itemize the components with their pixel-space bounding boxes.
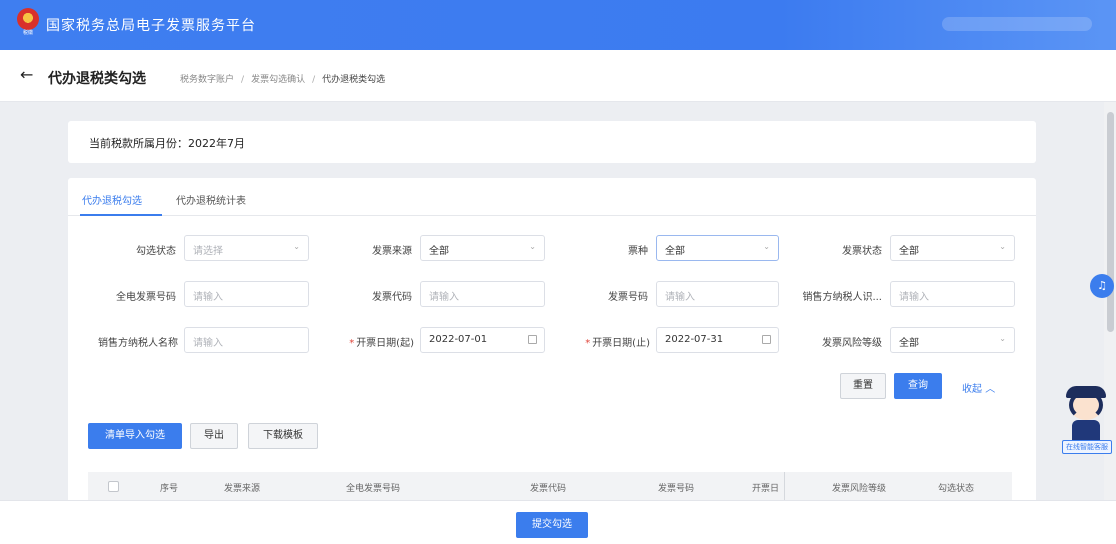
headset-icon[interactable]: ♫: [1090, 274, 1114, 298]
emblem-caption: 税徽: [22, 30, 33, 36]
breadcrumb-item[interactable]: 税务数字账户: [180, 75, 234, 85]
risk-level-select[interactable]: 全部 ⌄: [890, 327, 1015, 353]
filter-label-seller-name: 销售方纳税人名称: [98, 338, 178, 349]
chevron-down-icon: ⌄: [529, 242, 536, 251]
filter-label-invoice-status: 发票状态: [842, 246, 882, 257]
column-header: 开票日: [752, 484, 780, 494]
issue-date-end-picker[interactable]: 2022-07-31: [656, 327, 779, 353]
tax-emblem-logo: 税徽: [16, 8, 40, 36]
collapse-toggle[interactable]: 收起 ︿: [962, 380, 995, 395]
filter-label-check-status: 勾选状态: [136, 246, 176, 257]
page-title: 代办退税类勾选: [48, 71, 146, 87]
query-button[interactable]: 查询: [894, 373, 942, 399]
column-header: 发票来源: [224, 484, 261, 494]
issue-date-start-picker[interactable]: 2022-07-01: [420, 327, 545, 353]
full-invoice-number-input[interactable]: 请输入: [184, 281, 309, 307]
filter-label-invoice-number: 发票号码: [608, 292, 648, 303]
invoice-type-select[interactable]: 全部 ⌄: [656, 235, 779, 261]
chevron-down-icon: ⌄: [293, 242, 300, 251]
footer-bar: 提交勾选: [0, 500, 1116, 544]
submit-selection-button[interactable]: 提交勾选: [516, 512, 588, 538]
filter-label-full-invoice-number: 全电发票号码: [116, 292, 176, 303]
seller-tax-id-input[interactable]: 请输入: [890, 281, 1015, 307]
invoice-number-input[interactable]: 请输入: [656, 281, 779, 307]
breadcrumb-current: 代办退税类勾选: [322, 75, 386, 85]
online-assistant-widget[interactable]: 在线智能客服: [1062, 386, 1112, 456]
scrollbar-thumb[interactable]: [1107, 112, 1114, 332]
chevron-down-icon: ⌄: [763, 242, 770, 251]
active-tab-indicator: [80, 214, 162, 216]
breadcrumb-item[interactable]: 发票勾选确认: [251, 75, 305, 85]
invoice-source-select[interactable]: 全部 ⌄: [420, 235, 545, 261]
column-header: 勾选状态: [938, 484, 975, 494]
filter-label-invoice-type: 票种: [628, 246, 648, 257]
filter-label-issue-date-start: * 开票日期(起): [349, 338, 414, 349]
filter-label-risk-level: 发票风险等级: [822, 338, 882, 349]
column-header: 发票号码: [658, 484, 695, 494]
back-arrow-icon[interactable]: ←: [20, 65, 33, 84]
calendar-icon: [528, 335, 537, 344]
assistant-label: 在线智能客服: [1062, 440, 1112, 454]
tab-refund-selection[interactable]: 代办退税勾选: [82, 192, 142, 207]
user-info[interactable]: [942, 17, 1092, 31]
chevron-up-icon: ︿: [985, 384, 996, 395]
select-all-checkbox[interactable]: [108, 481, 119, 492]
period-card: 当前税款所属月份：2022年7月: [68, 121, 1036, 163]
filter-label-issue-date-end: * 开票日期(止): [585, 338, 650, 349]
import-list-button[interactable]: 清单导入勾选: [88, 423, 182, 449]
invoice-code-input[interactable]: 请输入: [420, 281, 545, 307]
check-status-select[interactable]: 请选择 ⌄: [184, 235, 309, 261]
seller-name-input[interactable]: 请输入: [184, 327, 309, 353]
download-template-button[interactable]: 下载模板: [248, 423, 318, 449]
breadcrumb: 税务数字账户 / 发票勾选确认 / 代办退税类勾选: [180, 75, 386, 85]
tab-bar: 代办退税勾选 代办退税统计表: [68, 178, 1036, 216]
tax-period-text: 当前税款所属月份：2022年7月: [89, 137, 245, 150]
column-header: 序号: [160, 484, 179, 494]
column-header: 全电发票号码: [346, 484, 401, 494]
export-button[interactable]: 导出: [190, 423, 238, 449]
filter-label-seller-tax-id: 销售方纳税人识...: [802, 292, 882, 303]
invoice-status-select[interactable]: 全部 ⌄: [890, 235, 1015, 261]
platform-title: 国家税务总局电子发票服务平台: [46, 18, 256, 34]
column-header: 发票代码: [530, 484, 567, 494]
filter-label-invoice-source: 发票来源: [372, 246, 412, 257]
column-divider[interactable]: [784, 472, 785, 502]
tab-refund-statistics[interactable]: 代办退税统计表: [176, 192, 246, 207]
column-header: 发票风险等级: [832, 484, 887, 494]
reset-button[interactable]: 重置: [840, 373, 886, 399]
calendar-icon: [762, 335, 771, 344]
chevron-down-icon: ⌄: [999, 242, 1006, 251]
main-card: 代办退税勾选 代办退税统计表 勾选状态 请选择 ⌄ 发票来源 全部 ⌄ 票种 全部 ⌄…: [68, 178, 1036, 508]
top-header: 税徽 国家税务总局电子发票服务平台: [0, 0, 1116, 50]
chevron-down-icon: ⌄: [999, 334, 1006, 343]
filter-label-invoice-code: 发票代码: [372, 292, 412, 303]
page-header: ← 代办退税类勾选 税务数字账户 / 发票勾选确认 / 代办退税类勾选: [0, 50, 1116, 102]
table-header: 序号 发票来源 全电发票号码 发票代码 发票号码 开票日 发票风险等级 勾选状态: [88, 472, 1012, 502]
